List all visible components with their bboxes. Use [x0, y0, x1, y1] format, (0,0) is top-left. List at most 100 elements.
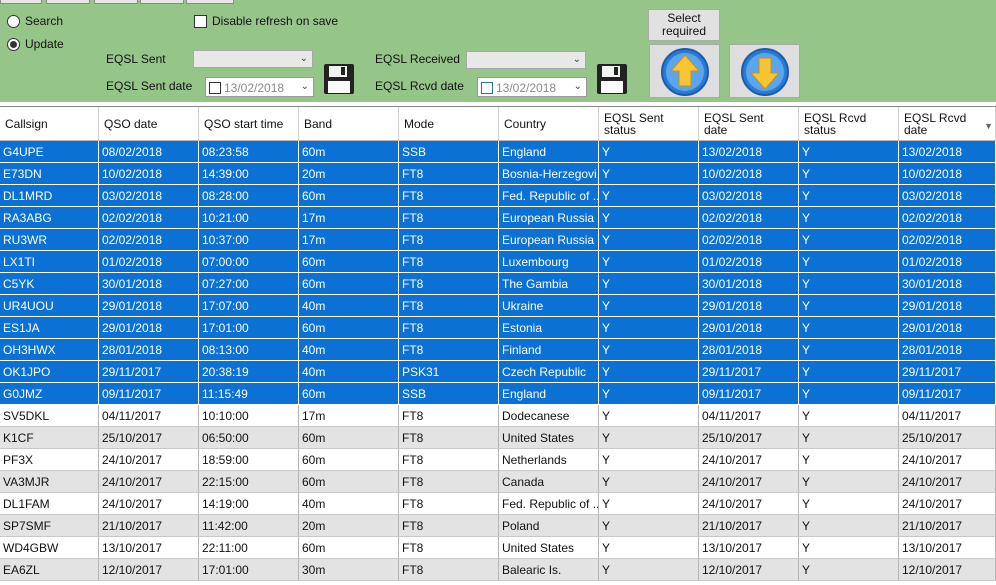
- cell-eqsl-sent-status[interactable]: Y: [599, 493, 699, 515]
- column-header-eqsl-rcvd-date[interactable]: EQSL Rcvd date ▼: [899, 107, 996, 140]
- cell-eqsl-sent-status[interactable]: Y: [599, 317, 699, 339]
- cell-eqsl-sent-date[interactable]: 01/02/2018: [699, 251, 799, 273]
- eqsl-received-dropdown[interactable]: ⌄: [466, 51, 586, 69]
- cell-eqsl-sent-status[interactable]: Y: [599, 207, 699, 229]
- table-row[interactable]: LX1TI 01/02/2018 07:00:00 60m FT8 Luxembourg Y…: [0, 251, 996, 273]
- cell-country[interactable]: Fed. Republic of ...: [499, 185, 599, 207]
- cell-eqsl-sent-date[interactable]: 29/01/2018: [699, 295, 799, 317]
- cell-eqsl-sent-date[interactable]: 30/01/2018: [699, 273, 799, 295]
- cell-band[interactable]: 17m: [299, 207, 399, 229]
- cell-qso-date[interactable]: 24/10/2017: [99, 493, 199, 515]
- cell-qso-start-time[interactable]: 08:28:00: [199, 185, 299, 207]
- cell-band[interactable]: 60m: [299, 141, 399, 163]
- cell-eqsl-sent-status[interactable]: Y: [599, 339, 699, 361]
- cell-band[interactable]: 40m: [299, 295, 399, 317]
- cell-qso-start-time[interactable]: 06:50:00: [199, 427, 299, 449]
- cell-qso-start-time[interactable]: 10:21:00: [199, 207, 299, 229]
- cell-qso-start-time[interactable]: 11:42:00: [199, 515, 299, 537]
- cell-eqsl-rcvd-status[interactable]: Y: [799, 493, 899, 515]
- cell-band[interactable]: 20m: [299, 163, 399, 185]
- table-row[interactable]: SP7SMF 21/10/2017 11:42:00 20m FT8 Poland Y 21/…: [0, 515, 996, 537]
- table-row[interactable]: RA3ABG 02/02/2018 10:21:00 17m FT8 European R…: [0, 207, 996, 229]
- cell-eqsl-sent-status[interactable]: Y: [599, 361, 699, 383]
- cell-band[interactable]: 20m: [299, 515, 399, 537]
- cell-eqsl-rcvd-date[interactable]: 28/01/2018: [899, 339, 996, 361]
- cell-callsign[interactable]: OK1JPO: [0, 361, 99, 383]
- cell-eqsl-sent-date[interactable]: 24/10/2017: [699, 449, 799, 471]
- cell-eqsl-rcvd-date[interactable]: 01/02/2018: [899, 251, 996, 273]
- eqsl-rcvd-date-picker[interactable]: 13/02/2018 ⌄: [477, 77, 587, 97]
- cell-eqsl-sent-status[interactable]: Y: [599, 229, 699, 251]
- cell-eqsl-rcvd-date[interactable]: 24/10/2017: [899, 449, 996, 471]
- cell-qso-date[interactable]: 02/02/2018: [99, 207, 199, 229]
- move-down-button[interactable]: [729, 44, 800, 98]
- cell-country[interactable]: Luxembourg: [499, 251, 599, 273]
- cell-eqsl-sent-status[interactable]: Y: [599, 141, 699, 163]
- table-row[interactable]: G4UPE 08/02/2018 08:23:58 60m SSB England Y 13/…: [0, 141, 996, 163]
- disable-refresh-checkbox[interactable]: [194, 15, 207, 28]
- eqsl-sent-date-picker[interactable]: 13/02/2018 ⌄: [205, 77, 314, 97]
- cell-eqsl-sent-date[interactable]: 28/01/2018: [699, 339, 799, 361]
- cell-band[interactable]: 60m: [299, 317, 399, 339]
- cell-band[interactable]: 60m: [299, 471, 399, 493]
- cell-country[interactable]: United States: [499, 537, 599, 559]
- cell-mode[interactable]: FT8: [399, 295, 499, 317]
- cell-country[interactable]: England: [499, 383, 599, 405]
- cell-eqsl-rcvd-status[interactable]: Y: [799, 185, 899, 207]
- cell-eqsl-sent-status[interactable]: Y: [599, 251, 699, 273]
- column-header-eqsl-sent-status[interactable]: EQSL Sent status: [599, 107, 699, 140]
- cell-eqsl-sent-date[interactable]: 24/10/2017: [699, 471, 799, 493]
- cell-eqsl-sent-status[interactable]: Y: [599, 559, 699, 581]
- cell-country[interactable]: Balearic Is.: [499, 559, 599, 581]
- cell-qso-start-time[interactable]: 18:59:00: [199, 449, 299, 471]
- cell-eqsl-rcvd-date[interactable]: 29/01/2018: [899, 317, 996, 339]
- cell-band[interactable]: 60m: [299, 185, 399, 207]
- cell-country[interactable]: England: [499, 141, 599, 163]
- select-required-button[interactable]: Select required: [648, 9, 720, 41]
- cell-eqsl-rcvd-status[interactable]: Y: [799, 559, 899, 581]
- cell-eqsl-sent-status[interactable]: Y: [599, 449, 699, 471]
- cell-mode[interactable]: FT8: [399, 339, 499, 361]
- table-row[interactable]: DL1MRD 03/02/2018 08:28:00 60m FT8 Fed. Repub…: [0, 185, 996, 207]
- cell-eqsl-sent-status[interactable]: Y: [599, 427, 699, 449]
- cell-mode[interactable]: FT8: [399, 229, 499, 251]
- cell-qso-start-time[interactable]: 14:39:00: [199, 163, 299, 185]
- cell-qso-date[interactable]: 13/10/2017: [99, 537, 199, 559]
- floppy-disk-icon[interactable]: [596, 63, 628, 95]
- table-row[interactable]: UR4UOU 29/01/2018 17:07:00 40m FT8 Ukraine Y 29…: [0, 295, 996, 317]
- cell-eqsl-sent-date[interactable]: 04/11/2017: [699, 405, 799, 427]
- cell-eqsl-rcvd-date[interactable]: 21/10/2017: [899, 515, 996, 537]
- cell-qso-date[interactable]: 10/02/2018: [99, 163, 199, 185]
- cell-callsign[interactable]: SV5DKL: [0, 405, 99, 427]
- cell-qso-date[interactable]: 12/10/2017: [99, 559, 199, 581]
- cell-qso-start-time[interactable]: 20:38:19: [199, 361, 299, 383]
- cell-qso-start-time[interactable]: 08:13:00: [199, 339, 299, 361]
- table-row[interactable]: WD4GBW 13/10/2017 22:11:00 60m FT8 United Sta…: [0, 537, 996, 559]
- cell-callsign[interactable]: C5YK: [0, 273, 99, 295]
- cell-eqsl-sent-date[interactable]: 13/10/2017: [699, 537, 799, 559]
- cell-mode[interactable]: FT8: [399, 405, 499, 427]
- cell-eqsl-rcvd-status[interactable]: Y: [799, 295, 899, 317]
- cell-band[interactable]: 40m: [299, 339, 399, 361]
- cell-eqsl-sent-status[interactable]: Y: [599, 295, 699, 317]
- cell-qso-date[interactable]: 24/10/2017: [99, 449, 199, 471]
- table-row[interactable]: VA3MJR 24/10/2017 22:15:00 60m FT8 Canada Y 24/…: [0, 471, 996, 493]
- cell-band[interactable]: 60m: [299, 537, 399, 559]
- cell-mode[interactable]: FT8: [399, 449, 499, 471]
- table-row[interactable]: OH3HWX 28/01/2018 08:13:00 40m FT8 Finland Y 28…: [0, 339, 996, 361]
- cell-mode[interactable]: SSB: [399, 141, 499, 163]
- tab-stub[interactable]: [94, 0, 138, 4]
- tab-stub[interactable]: [46, 0, 90, 4]
- cell-eqsl-rcvd-date[interactable]: 24/10/2017: [899, 471, 996, 493]
- cell-eqsl-rcvd-date[interactable]: 13/02/2018: [899, 141, 996, 163]
- cell-qso-date[interactable]: 28/01/2018: [99, 339, 199, 361]
- cell-country[interactable]: Poland: [499, 515, 599, 537]
- update-radio[interactable]: [7, 38, 20, 51]
- cell-eqsl-sent-date[interactable]: 12/10/2017: [699, 559, 799, 581]
- cell-mode[interactable]: PSK31: [399, 361, 499, 383]
- eqsl-sent-date-checkbox[interactable]: [209, 82, 221, 94]
- cell-qso-date[interactable]: 29/11/2017: [99, 361, 199, 383]
- cell-eqsl-rcvd-date[interactable]: 30/01/2018: [899, 273, 996, 295]
- cell-eqsl-rcvd-status[interactable]: Y: [799, 471, 899, 493]
- cell-qso-start-time[interactable]: 17:07:00: [199, 295, 299, 317]
